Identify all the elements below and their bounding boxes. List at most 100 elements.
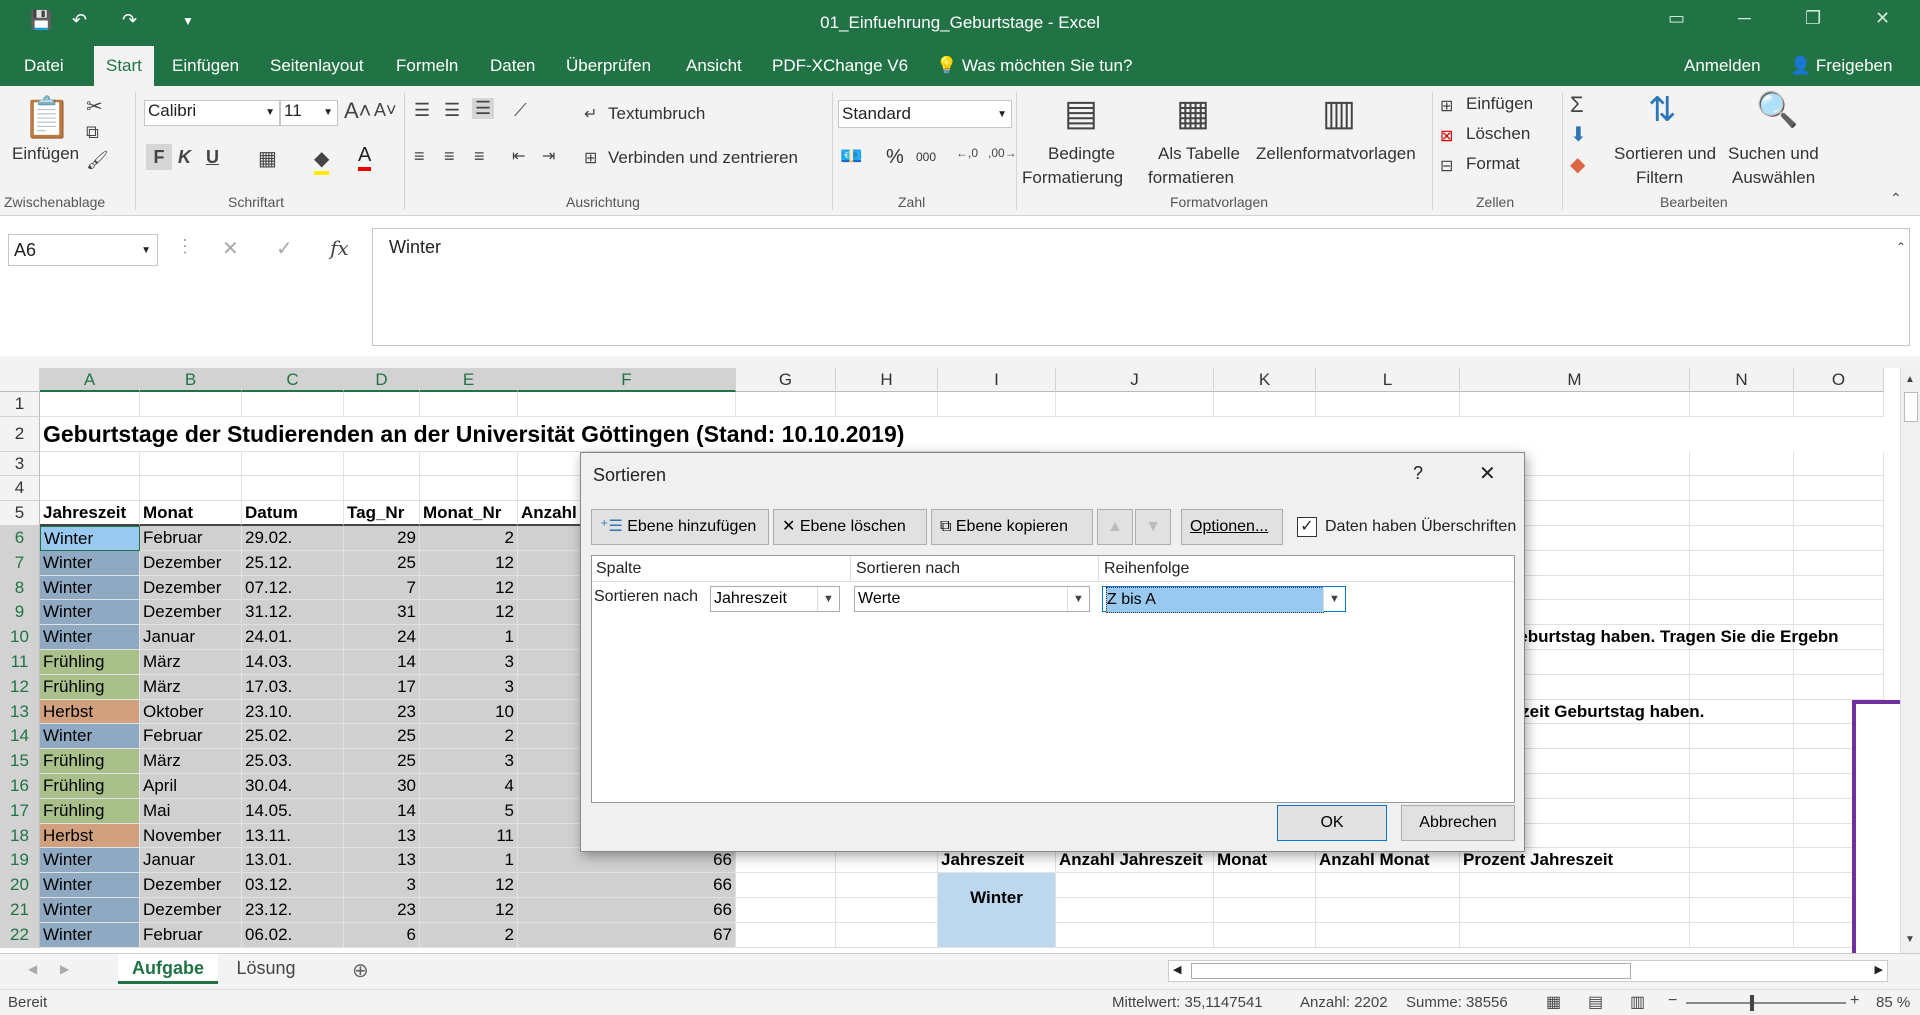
tab-einfuegen[interactable]: Einfügen bbox=[172, 56, 239, 76]
cell[interactable] bbox=[1690, 798, 1794, 824]
table-cell[interactable]: 4 bbox=[420, 774, 518, 799]
table-cell[interactable]: 1 bbox=[420, 625, 518, 650]
orientation-icon[interactable]: ⟋ bbox=[514, 100, 527, 121]
tab-seitenlayout[interactable]: Seitenlayout bbox=[270, 56, 364, 76]
cell[interactable] bbox=[1460, 873, 1690, 898]
cell[interactable] bbox=[1056, 898, 1214, 923]
table-cell[interactable]: 13 bbox=[344, 848, 420, 874]
cell[interactable] bbox=[1794, 526, 1884, 551]
cell[interactable] bbox=[1794, 650, 1884, 675]
table-cell[interactable]: 25 bbox=[344, 724, 420, 750]
table-cell[interactable]: 10 bbox=[420, 699, 518, 725]
cell[interactable] bbox=[1794, 451, 1884, 477]
cell[interactable] bbox=[242, 392, 344, 417]
table-cell[interactable]: 24.01. bbox=[242, 625, 344, 650]
row-header[interactable]: 5 bbox=[0, 501, 40, 526]
cell[interactable] bbox=[344, 451, 420, 477]
cell[interactable] bbox=[1690, 392, 1794, 417]
table-cell[interactable]: 1 bbox=[420, 848, 518, 874]
row-header[interactable]: 1 bbox=[0, 392, 40, 417]
cell[interactable] bbox=[40, 476, 140, 502]
number-format-select[interactable]: Standard ▼ bbox=[838, 100, 1012, 128]
cell[interactable] bbox=[1056, 392, 1214, 417]
table-cell[interactable]: Herbst bbox=[40, 699, 140, 725]
zoom-in-icon[interactable]: + bbox=[1850, 992, 1859, 1010]
cell[interactable] bbox=[40, 392, 140, 417]
font-color-icon[interactable]: A bbox=[358, 144, 372, 171]
cell[interactable] bbox=[1794, 550, 1884, 576]
table-cell[interactable]: 5 bbox=[420, 798, 518, 824]
copy-level-button[interactable]: ⧉ Ebene kopieren bbox=[931, 509, 1093, 545]
row-header[interactable]: 16 bbox=[0, 774, 40, 799]
sort-column-select[interactable]: Jahreszeit ▼ bbox=[710, 586, 840, 612]
cell[interactable] bbox=[1690, 476, 1794, 502]
find-select-label2[interactable]: Auswählen bbox=[1732, 168, 1815, 188]
prev-sheet-icon[interactable]: ◀ bbox=[28, 962, 37, 976]
table-cell[interactable]: Januar bbox=[140, 848, 242, 874]
row-header[interactable]: 14 bbox=[0, 724, 40, 750]
grow-font-icon[interactable]: A˄ bbox=[344, 98, 372, 124]
row-header[interactable]: 13 bbox=[0, 699, 40, 725]
cell[interactable] bbox=[1794, 674, 1884, 700]
cell[interactable] bbox=[1794, 600, 1884, 626]
formula-input[interactable]: Winter bbox=[372, 228, 1910, 346]
align-middle-icon[interactable]: ☰ bbox=[444, 100, 460, 121]
fill-icon[interactable]: ⬇ bbox=[1570, 122, 1587, 147]
zoom-level[interactable]: 85 % bbox=[1876, 994, 1910, 1011]
tab-datei[interactable]: Datei bbox=[24, 56, 64, 76]
paste-button[interactable]: Einfügen bbox=[12, 144, 79, 164]
minimize-icon[interactable]: ─ bbox=[1738, 8, 1751, 29]
tab-start[interactable]: Start bbox=[94, 46, 154, 86]
cell[interactable] bbox=[938, 392, 1056, 417]
help-button[interactable]: ? bbox=[1413, 463, 1423, 484]
table-cell[interactable]: 25.02. bbox=[242, 724, 344, 750]
decrease-decimal-icon[interactable]: ,00→ bbox=[988, 146, 1017, 160]
dialog-close-icon[interactable]: ✕ bbox=[1479, 461, 1496, 486]
font-name-select[interactable]: Calibri ▼ bbox=[144, 100, 280, 126]
table-cell[interactable]: Januar bbox=[140, 625, 242, 650]
row-header[interactable]: 12 bbox=[0, 674, 40, 700]
table-cell[interactable]: Frühling bbox=[40, 674, 140, 700]
cell[interactable] bbox=[518, 392, 736, 417]
confirm-entry-icon[interactable]: ✓ bbox=[276, 236, 293, 261]
table-cell[interactable]: Frühling bbox=[40, 650, 140, 675]
table-cell[interactable]: 3 bbox=[344, 873, 420, 898]
italic-button[interactable]: K bbox=[178, 144, 191, 170]
paste-icon[interactable]: 📋 bbox=[22, 94, 72, 141]
cancel-entry-icon[interactable]: ✕ bbox=[222, 236, 239, 261]
summary-winter-cell[interactable]: Winter bbox=[938, 873, 1056, 948]
table-cell[interactable]: Frühling bbox=[40, 774, 140, 799]
table-cell[interactable]: Oktober bbox=[140, 699, 242, 725]
increase-indent-icon[interactable]: ⇥ bbox=[542, 146, 555, 166]
cell[interactable] bbox=[242, 451, 344, 477]
column-header-K[interactable]: K bbox=[1214, 368, 1316, 392]
cell[interactable] bbox=[1690, 823, 1794, 849]
table-cell[interactable]: April bbox=[140, 774, 242, 799]
table-cell[interactable]: Dezember bbox=[140, 600, 242, 626]
table-cell[interactable]: Frühling bbox=[40, 749, 140, 774]
table-cell[interactable]: 2 bbox=[420, 922, 518, 948]
table-cell[interactable]: 6 bbox=[344, 922, 420, 948]
table-cell[interactable]: 13 bbox=[344, 823, 420, 849]
cell[interactable] bbox=[1794, 392, 1884, 417]
font-size-select[interactable]: 11 ▼ bbox=[280, 100, 338, 126]
align-center-icon[interactable]: ≡ bbox=[444, 146, 455, 167]
decrease-indent-icon[interactable]: ⇤ bbox=[512, 146, 525, 166]
name-box[interactable]: A6 ▼ bbox=[8, 234, 158, 266]
scroll-thumb[interactable] bbox=[1904, 392, 1918, 422]
table-cell[interactable]: 12 bbox=[420, 898, 518, 923]
cell[interactable] bbox=[1690, 501, 1794, 526]
table-cell[interactable]: 12 bbox=[420, 600, 518, 626]
cell-styles-button[interactable]: Zellenformatvorlagen bbox=[1256, 144, 1416, 164]
cell[interactable] bbox=[736, 848, 836, 874]
table-cell[interactable]: 14 bbox=[344, 798, 420, 824]
move-up-button[interactable]: ▲ bbox=[1097, 509, 1133, 545]
column-header-C[interactable]: C bbox=[242, 368, 344, 392]
cell[interactable] bbox=[1690, 575, 1794, 601]
table-cell[interactable]: Winter bbox=[40, 550, 140, 576]
cell[interactable] bbox=[1690, 848, 1794, 874]
column-header-E[interactable]: E bbox=[420, 368, 518, 392]
cell[interactable] bbox=[1690, 550, 1794, 576]
cell[interactable] bbox=[1214, 873, 1316, 898]
table-cell[interactable]: Winter bbox=[40, 526, 140, 551]
